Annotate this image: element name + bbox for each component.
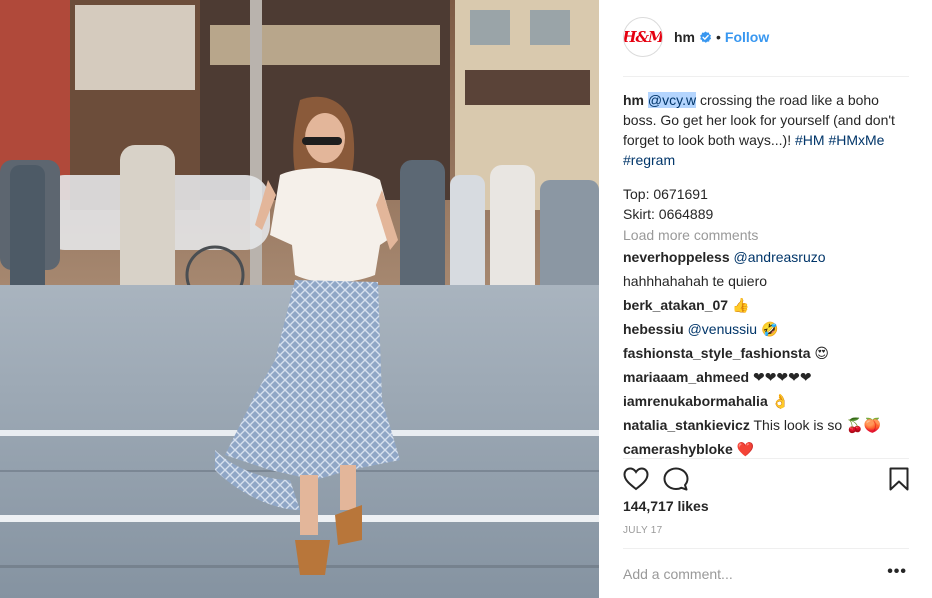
ok-hand-emoji: 👌 (771, 393, 790, 409)
follow-button[interactable]: Follow (725, 29, 769, 45)
comment-username[interactable]: neverhoppeless (623, 249, 730, 265)
brand-logo: H&M (623, 28, 663, 46)
comment-item-continued: hahhhahahah te quiero (623, 269, 913, 293)
hearts-emoji: ❤❤❤❤❤ (752, 369, 812, 385)
caption-line-3: forget to look both ways...)! #HM #HMxMe (623, 130, 913, 150)
post-photo[interactable] (0, 0, 599, 598)
verified-badge-icon (700, 30, 712, 43)
hashtag-regram[interactable]: #regram (623, 150, 913, 170)
caption-text-3: forget to look both ways...)! (623, 132, 795, 148)
comment-mention[interactable]: @venussiu (688, 321, 757, 337)
comment-username[interactable]: berk_atakan_07 (623, 297, 728, 313)
caption-line-2: boss. Go get her look for yourself (and … (623, 112, 895, 128)
caption-mention[interactable]: @vcy.w (647, 92, 697, 108)
likes-count[interactable]: 144,717 likes (623, 498, 709, 514)
comment-item: neverhoppeless @andreasruzo (623, 245, 913, 269)
red-heart-emoji: ❤️ (736, 441, 755, 457)
comment-item: hebessiu @venussiu 🤣 (623, 317, 913, 341)
street-fashion-photo (0, 0, 599, 598)
heart-icon[interactable] (623, 467, 649, 491)
caption-top-code: Top: 0671691 (623, 186, 708, 202)
comment-bubble-icon[interactable] (663, 467, 689, 491)
comment-item: iamrenukabormahalia 👌 (623, 389, 913, 413)
fruit-emoji: 🍒🍑 (846, 417, 881, 433)
rofl-emoji: 🤣 (760, 321, 779, 337)
separator-dot: • (716, 29, 721, 45)
comments-section: hm @vcy.w crossing the road like a boho … (623, 90, 913, 461)
comment-item: natalia_stankievicz This look is so 🍒🍑 (623, 413, 913, 437)
thumbs-up-emoji: 👍 (731, 297, 750, 313)
caption-username[interactable]: hm (623, 92, 644, 108)
comment-username[interactable]: mariaaam_ahmeed (623, 369, 749, 385)
caption-text-1: crossing the road like a boho (696, 92, 879, 108)
instagram-post: H&M hm • Follow hm @vcy.w crossing the r… (0, 0, 932, 598)
comment-mention[interactable]: @andreasruzo (734, 249, 826, 265)
comment-username[interactable]: hebessiu (623, 321, 684, 337)
comment-text: hahhhahahah te quiero (623, 273, 768, 289)
caption: hm @vcy.w crossing the road like a boho … (623, 90, 913, 224)
caption-line-1: hm @vcy.w crossing the road like a boho (623, 90, 913, 110)
bookmark-icon[interactable] (889, 467, 909, 491)
heart-eyes-emoji: 😍 (814, 345, 830, 361)
comment-list: neverhoppeless @andreasruzo hahhhahahah … (623, 245, 913, 461)
comment-item: fashionsta_style_fashionsta 😍 (623, 341, 913, 365)
add-comment-bar: ••• (623, 548, 909, 598)
username-link[interactable]: hm (674, 29, 695, 45)
comment-username[interactable]: fashionsta_style_fashionsta (623, 345, 811, 361)
comment-username[interactable]: camerashybloke (623, 441, 733, 457)
comment-item: berk_atakan_07 👍 (623, 293, 913, 317)
header-text: hm • Follow (674, 29, 769, 45)
comment-text: This look is so (753, 417, 843, 433)
comment-item: mariaaam_ahmeed ❤❤❤❤❤ (623, 365, 913, 389)
comment-username[interactable]: natalia_stankievicz (623, 417, 750, 433)
add-comment-input[interactable] (623, 564, 873, 584)
avatar[interactable]: H&M (623, 17, 663, 57)
comment-username[interactable]: iamrenukabormahalia (623, 393, 768, 409)
post-actions (623, 458, 909, 498)
hashtag-hmxme[interactable]: #HMxMe (828, 132, 884, 148)
post-date[interactable]: JULY 17 (623, 525, 663, 536)
more-options-icon[interactable]: ••• (887, 563, 907, 581)
post-header: H&M hm • Follow (623, 17, 909, 77)
caption-skirt-code: Skirt: 0664889 (623, 206, 714, 222)
post-side-panel: H&M hm • Follow hm @vcy.w crossing the r… (599, 0, 932, 598)
load-more-comments-button[interactable]: Load more comments (623, 225, 913, 245)
hashtag-hm[interactable]: #HM (795, 132, 825, 148)
